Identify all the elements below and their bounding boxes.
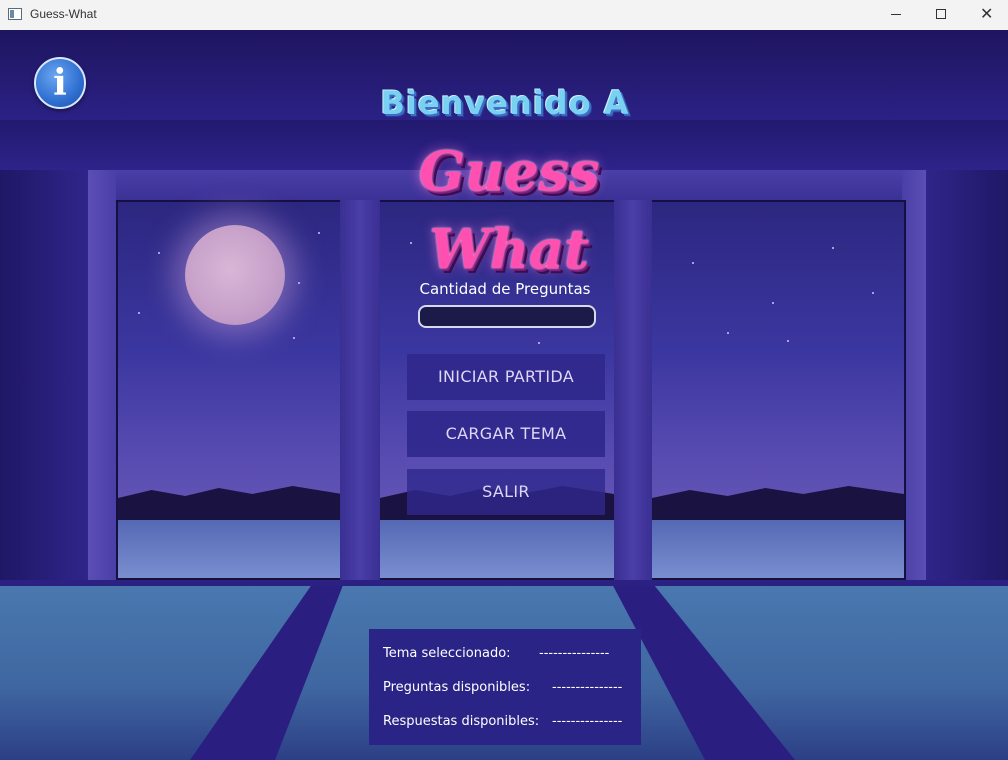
window-titlebar: Guess-What ✕	[0, 0, 1008, 31]
left-wall	[0, 170, 88, 580]
welcome-title: Bienvenido A	[380, 84, 630, 122]
star	[832, 247, 834, 249]
close-button[interactable]: ✕	[963, 0, 1008, 30]
lake-water	[118, 520, 342, 578]
star	[293, 337, 295, 339]
star	[872, 292, 874, 294]
game-status-panel: Tema seleccionado: --------------- Pregu…	[369, 629, 641, 745]
maximize-icon	[936, 9, 946, 19]
available-answers-label: Respuestas disponibles:	[383, 714, 540, 729]
start-game-button[interactable]: INICIAR PARTIDA	[407, 354, 605, 400]
minimize-button[interactable]	[873, 0, 919, 30]
available-questions-label: Preguntas disponibles:	[383, 680, 531, 695]
minimize-icon	[891, 14, 901, 15]
question-count-label: Cantidad de Preguntas	[419, 280, 591, 298]
floor-edge	[0, 580, 1008, 586]
close-icon: ✕	[980, 4, 994, 23]
question-count-input[interactable]	[418, 305, 596, 328]
info-icon: i	[53, 62, 67, 104]
right-wall	[926, 170, 1008, 580]
game-logo: Guess What	[418, 139, 600, 281]
exit-button[interactable]: SALIR	[407, 469, 605, 515]
star	[138, 312, 140, 314]
window-pillar	[614, 200, 652, 580]
available-answers-value: ---------------	[552, 714, 623, 729]
window-pane-right	[650, 200, 906, 580]
star	[692, 262, 694, 264]
mountain-silhouette	[652, 486, 904, 522]
app-window-icon	[8, 8, 22, 20]
moon	[185, 225, 285, 325]
star	[727, 332, 729, 334]
info-button[interactable]: i	[34, 57, 86, 109]
selected-topic-label: Tema seleccionado:	[383, 646, 511, 661]
star	[410, 242, 412, 244]
star	[538, 342, 540, 344]
available-questions-value: ---------------	[552, 680, 623, 695]
maximize-button[interactable]	[918, 0, 964, 30]
window-pillar	[340, 200, 380, 580]
lake-water	[380, 520, 614, 578]
star	[787, 340, 789, 342]
star	[772, 302, 774, 304]
selected-topic-value: ---------------	[539, 646, 610, 661]
star	[158, 252, 160, 254]
star	[318, 232, 320, 234]
lake-water	[652, 520, 904, 578]
window-title: Guess-What	[30, 7, 97, 21]
star	[298, 282, 300, 284]
load-topic-button[interactable]: CARGAR TEMA	[407, 411, 605, 457]
window-frame-left	[88, 170, 116, 580]
mountain-silhouette	[118, 486, 342, 522]
